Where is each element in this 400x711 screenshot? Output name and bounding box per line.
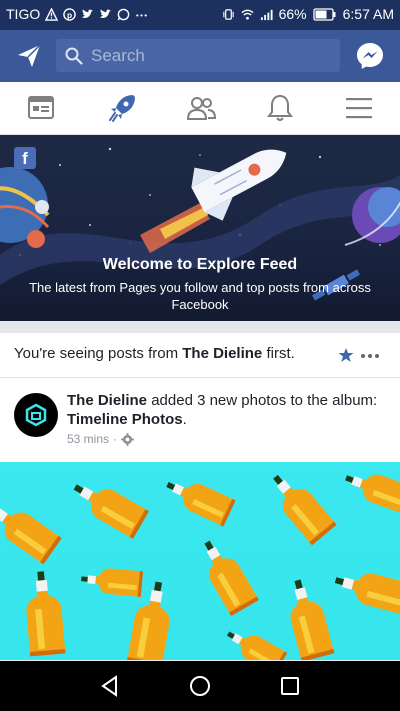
- banner-title: Welcome to Explore Feed: [102, 256, 298, 273]
- see-first-page[interactable]: The Dieline: [182, 345, 262, 362]
- post-photo[interactable]: [0, 462, 400, 660]
- post-time[interactable]: 53 mins: [67, 432, 109, 446]
- back-icon[interactable]: [98, 674, 122, 698]
- explore-feed-banner: f Welcome to Explore Feed The latest fro…: [0, 135, 400, 321]
- clock: 6:57 AM: [342, 6, 394, 22]
- see-first-suffix: first.: [262, 345, 295, 362]
- signal-icon: [260, 9, 273, 20]
- home-icon[interactable]: [188, 674, 212, 698]
- whatsapp-icon: [117, 8, 130, 20]
- system-nav-bar: [0, 661, 400, 711]
- tab-friends[interactable]: [185, 92, 217, 124]
- carrier-label: TIGO: [6, 6, 41, 22]
- twitter-icon: [82, 8, 94, 18]
- post-album[interactable]: Timeline Photos: [67, 411, 183, 428]
- more-notifications-icon: [136, 13, 148, 17]
- dieline-logo-icon: [25, 403, 47, 427]
- star-icon[interactable]: [338, 347, 354, 363]
- search-bar[interactable]: Search: [56, 39, 340, 72]
- status-right: 66% 6:57 AM: [222, 6, 394, 22]
- feed-post: The Dieline added 3 new photos to the al…: [0, 378, 400, 660]
- status-bar: TIGO p 66% 6:57 AM: [0, 0, 400, 30]
- battery-percent: 66%: [278, 6, 307, 22]
- warning-icon: [45, 7, 59, 21]
- facebook-logo: f: [14, 147, 36, 169]
- search-icon: [65, 47, 83, 65]
- post-album-suffix: .: [182, 411, 187, 428]
- tab-explore[interactable]: [106, 92, 138, 124]
- send-icon[interactable]: [16, 43, 42, 69]
- avatar[interactable]: [14, 393, 58, 437]
- bottles-illustration: [0, 464, 400, 660]
- search-placeholder: Search: [91, 46, 145, 65]
- section-divider: [0, 321, 400, 333]
- messenger-icon[interactable]: [355, 41, 385, 71]
- twitter-icon-2: [100, 8, 112, 18]
- post-author[interactable]: The Dieline: [67, 392, 147, 409]
- app-bar: Search: [0, 30, 400, 82]
- post-meta: 53 mins ·: [67, 432, 135, 446]
- pinterest-icon: p: [63, 7, 77, 21]
- see-first-notice: You're seeing posts from The Dieline fir…: [0, 333, 400, 378]
- meta-separator: ·: [113, 432, 118, 446]
- public-gear-icon: [121, 432, 135, 446]
- see-first-text: You're seeing posts from The Dieline fir…: [14, 345, 295, 362]
- banner-subtitle: The latest from Pages you follow and top…: [29, 280, 371, 312]
- battery-icon: [312, 7, 336, 21]
- post-action: added 3 new photos to the album:: [147, 392, 378, 409]
- see-first-prefix: You're seeing posts from: [14, 345, 183, 362]
- tab-menu[interactable]: [343, 92, 375, 124]
- recents-icon[interactable]: [278, 674, 302, 698]
- tab-bar: [0, 82, 400, 135]
- more-options-icon[interactable]: [360, 353, 380, 359]
- tab-notifications[interactable]: [264, 92, 296, 124]
- post-header: The Dieline added 3 new photos to the al…: [67, 391, 392, 429]
- svg-text:p: p: [67, 9, 72, 19]
- vibrate-icon: [222, 8, 234, 20]
- status-left: TIGO p: [6, 6, 148, 22]
- wifi-icon: [241, 9, 254, 20]
- tab-news-feed[interactable]: [26, 92, 58, 124]
